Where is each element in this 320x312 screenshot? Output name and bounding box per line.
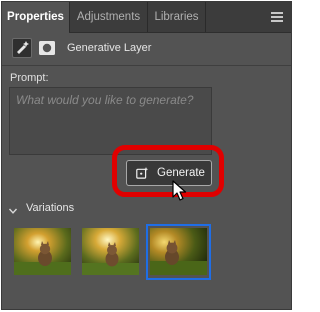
generate-button-label: Generate [157, 167, 205, 179]
variation-thumbnail[interactable] [14, 228, 71, 275]
tab-libraries[interactable]: Libraries [148, 2, 205, 32]
properties-panel: Properties Adjustments Libraries Generat… [1, 1, 292, 310]
tab-separator [205, 2, 206, 32]
layer-type-label: Generative Layer [67, 42, 152, 54]
generate-button[interactable]: Generate [126, 160, 212, 186]
variations-label: Variations [26, 202, 75, 214]
tab-properties[interactable]: Properties [2, 2, 69, 33]
prompt-label: Prompt: [10, 72, 49, 84]
mask-icon[interactable] [38, 40, 56, 56]
sparkle-plus-icon [136, 167, 149, 179]
selected-variation-outline [146, 224, 211, 280]
chevron-down-icon[interactable] [8, 203, 18, 214]
tab-adjustments[interactable]: Adjustments [70, 2, 147, 32]
variation-thumbnail[interactable] [82, 228, 139, 275]
generative-layer-icon [12, 38, 32, 58]
divider [2, 65, 291, 66]
panel-menu-icon[interactable] [271, 12, 283, 22]
mouse-pointer-icon [172, 180, 188, 202]
tab-bar: Properties Adjustments Libraries [2, 2, 291, 33]
